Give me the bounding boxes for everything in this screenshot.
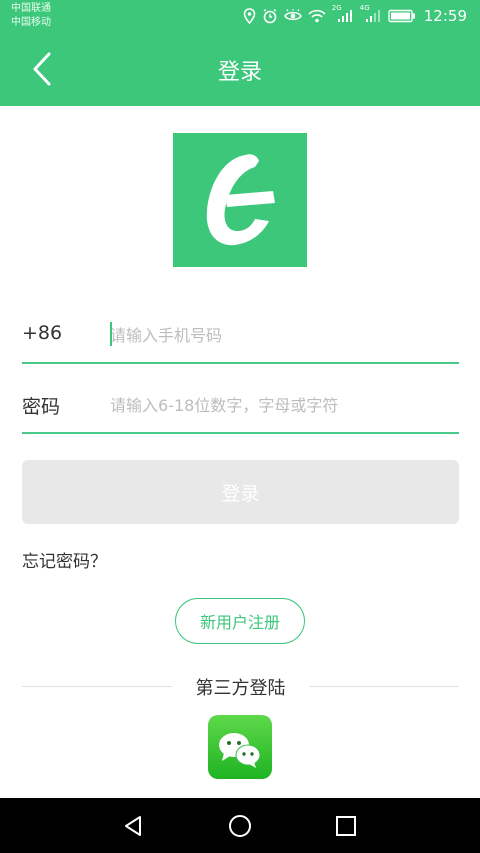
login-screen: 中国联通 中国移动 2G 4G 12:59 登录 +86 请输入手机号码 密码 …: [0, 0, 480, 853]
clock: 12:59: [423, 7, 467, 25]
country-code[interactable]: +86: [22, 322, 62, 344]
back-triangle-icon: [125, 816, 141, 836]
status-bar: 中国联通 中国移动 2G 4G 12:59: [0, 0, 480, 34]
forgot-password-link[interactable]: 忘记密码？: [22, 547, 107, 572]
third-party-login: 第三方登陆: [22, 672, 459, 702]
password-row: 密码: [22, 378, 459, 434]
alarm-icon: [263, 8, 277, 24]
signal-2g: 2G: [332, 4, 354, 25]
login-button[interactable]: 登录: [22, 460, 459, 524]
header-bar: 中国联通 中国移动 2G 4G 12:59 登录: [0, 0, 480, 106]
system-recents-button[interactable]: [329, 809, 363, 843]
page-title: 登录: [217, 60, 262, 85]
wechat-login-button[interactable]: [208, 715, 272, 779]
phone-input[interactable]: [110, 318, 455, 352]
eye-icon: [283, 9, 302, 21]
third-party-title: 第三方登陆: [195, 678, 286, 699]
status-icons: 2G 4G 12:59: [243, 4, 467, 27]
carrier-2: 中国移动: [11, 17, 51, 28]
system-home-button[interactable]: [223, 809, 257, 843]
app-logo: [173, 133, 307, 267]
register-button[interactable]: 新用户注册: [175, 598, 305, 644]
password-label: 密码: [22, 396, 61, 418]
signal-icon: [337, 10, 352, 22]
password-input[interactable]: [110, 388, 455, 422]
system-nav-bar: [0, 798, 480, 853]
signal-icon: [365, 10, 380, 22]
signal-4g: 4G: [360, 4, 382, 25]
wifi-icon: [308, 9, 326, 23]
phone-row: +86: [22, 308, 459, 364]
home-circle-icon: [229, 815, 251, 837]
carrier-1: 中国联通: [11, 3, 51, 14]
battery-icon: [388, 9, 415, 23]
location-icon: [243, 8, 256, 24]
carrier-info: 中国联通 中国移动: [11, 2, 51, 30]
divider-right: [309, 686, 459, 687]
nav-bar: 登录: [0, 34, 480, 106]
system-back-button[interactable]: [116, 809, 150, 843]
recents-square-icon: [336, 816, 356, 836]
app-logo-icon: [206, 154, 275, 246]
text-cursor: [110, 322, 112, 346]
wechat-icon: [219, 733, 261, 768]
